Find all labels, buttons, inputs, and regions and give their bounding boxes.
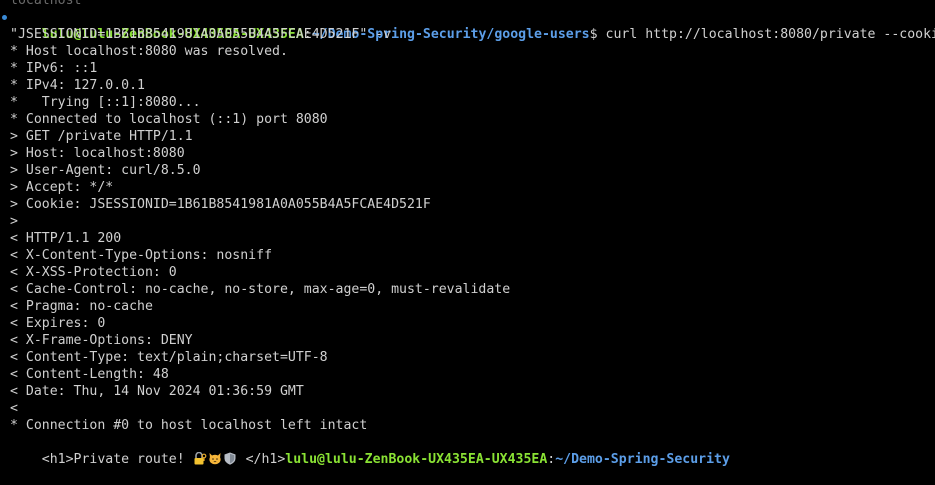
output-line: > Cookie: JSESSIONID=1B61B8541981A0A055B… <box>10 197 431 212</box>
output-line: * IPv6: ::1 <box>10 61 98 76</box>
prompt-path-2: ~/Demo-Spring-Security <box>555 452 730 467</box>
output-line: < Content-Length: 48 <box>10 367 169 382</box>
output-line: > GET /private HTTP/1.1 <box>10 129 193 144</box>
output-line: < X-XSS-Protection: 0 <box>10 265 177 280</box>
output-line: < HTTP/1.1 200 <box>10 231 122 246</box>
cat-face-icon <box>208 452 222 465</box>
shield-icon <box>223 452 237 465</box>
response-body-text: <h1>Private route! <box>41 452 193 467</box>
locked-with-key-icon <box>193 451 207 465</box>
output-line: * Trying [::1]:8080... <box>10 95 201 110</box>
output-line: > Accept: */* <box>10 180 114 195</box>
prompt-user-host-2: lulu@lulu-ZenBook-UX435EA-UX435EA <box>285 452 548 467</box>
output-line: < Date: Thu, 14 Nov 2024 01:36:59 GMT <box>10 384 304 399</box>
prompt-line: lulu@lulu-ZenBook-UX435EA-UX435EA:~/Demo… <box>0 9 935 42</box>
terminal-window[interactable]: localhost lulu@lulu-ZenBook-UX435EA-UX43… <box>0 0 935 467</box>
curl-output: * Host localhost:8080 was resolved. * IPv… <box>0 43 935 434</box>
output-line: > User-Agent: curl/8.5.0 <box>10 163 201 178</box>
output-line: < Pragma: no-cache <box>10 299 153 314</box>
output-line: < Expires: 0 <box>10 316 106 331</box>
prompt-marker-icon <box>2 15 7 20</box>
output-line: < X-Content-Type-Options: nosniff <box>10 248 273 263</box>
output-line: * IPv4: 127.0.0.1 <box>10 78 145 93</box>
output-line: > <box>10 214 18 229</box>
output-line: < <box>10 401 18 416</box>
output-line: * Connected to localhost (::1) port 8080 <box>10 112 328 127</box>
output-line: < Cache-Control: no-cache, no-store, max… <box>10 282 511 297</box>
output-line: * Host localhost:8080 was resolved. <box>10 44 288 59</box>
output-line: * Connection #0 to host localhost left i… <box>10 418 368 433</box>
last-line: <h1>Private route! </h1>lulu@lulu-ZenBoo… <box>0 434 935 467</box>
output-line: < Content-Type: text/plain;charset=UTF-8 <box>10 350 328 365</box>
command-continuation: "JSESSIONID=1B61B8541981A0A055B4A5FCAE4D… <box>10 27 392 42</box>
output-line: < X-Frame-Options: DENY <box>10 333 193 348</box>
output-line: > Host: localhost:8080 <box>10 146 185 161</box>
prompt-separator-2: : <box>547 452 556 467</box>
response-body-end: </h1> <box>237 452 286 467</box>
cut-off-line: localhost <box>10 0 82 8</box>
